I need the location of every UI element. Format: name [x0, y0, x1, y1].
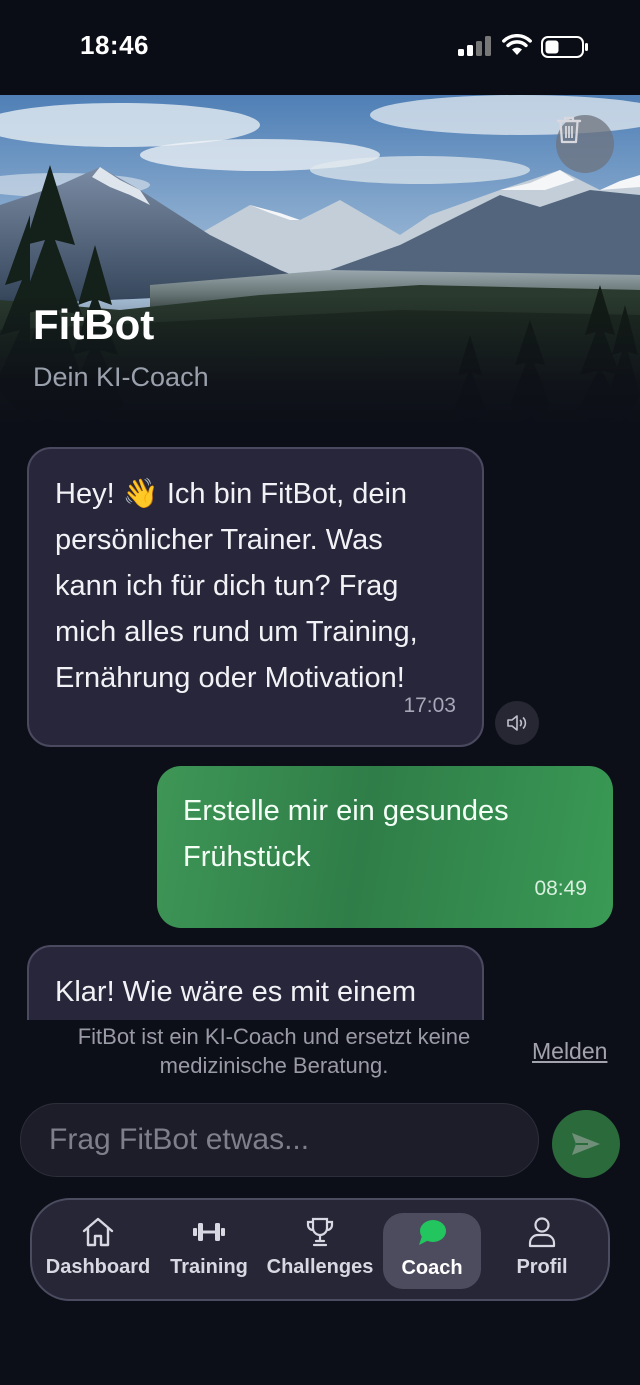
bot-message: Klar! Wie wäre es mit einem — [27, 945, 484, 1020]
report-link[interactable]: Melden — [532, 1038, 607, 1065]
bottom-tab-bar: Dashboard Training Challenges Coach Prof… — [30, 1198, 610, 1301]
trophy-icon — [306, 1217, 334, 1247]
status-bar: 18:46 — [0, 0, 640, 95]
chat-bubble-icon — [419, 1220, 446, 1245]
tab-profil[interactable]: Profil — [488, 1212, 596, 1288]
cellular-signal-icon — [458, 36, 491, 56]
page-title: FitBot — [33, 301, 155, 348]
user-message: Erstelle mir ein gesundes Frühstück 08:4… — [157, 766, 613, 928]
battery-icon — [541, 36, 588, 58]
home-icon — [82, 1217, 114, 1247]
wifi-icon — [502, 34, 532, 55]
clear-chat-button[interactable] — [556, 115, 614, 173]
message-input-container — [20, 1103, 539, 1177]
message-input[interactable] — [21, 1104, 538, 1176]
tab-training[interactable]: Training — [160, 1212, 258, 1288]
status-time: 18:46 — [80, 30, 149, 60]
send-button[interactable] — [552, 1110, 620, 1178]
trash-icon — [556, 116, 582, 144]
disclaimer-text: FitBot ist ein KI-Coach und ersetzt kein… — [77, 1024, 471, 1078]
send-icon — [572, 1133, 600, 1155]
read-aloud-button[interactable] — [495, 701, 539, 745]
message-timestamp: 08:49 — [534, 877, 587, 900]
tab-dashboard[interactable]: Dashboard — [42, 1212, 154, 1288]
dumbbell-icon — [193, 1223, 225, 1241]
speaker-icon — [507, 715, 527, 731]
chat-messages: Hey! 👋 Ich bin FitBot, dein persönlicher… — [0, 425, 640, 1020]
bot-message: Hey! 👋 Ich bin FitBot, dein persönlicher… — [27, 447, 484, 747]
tab-coach[interactable]: Coach — [383, 1213, 481, 1289]
message-timestamp: 17:03 — [403, 694, 456, 717]
tab-challenges[interactable]: Challenges — [264, 1212, 376, 1288]
header-banner: FitBot Dein KI-Coach — [0, 95, 640, 425]
page-subtitle: Dein KI-Coach — [33, 362, 209, 392]
person-icon — [528, 1217, 556, 1248]
